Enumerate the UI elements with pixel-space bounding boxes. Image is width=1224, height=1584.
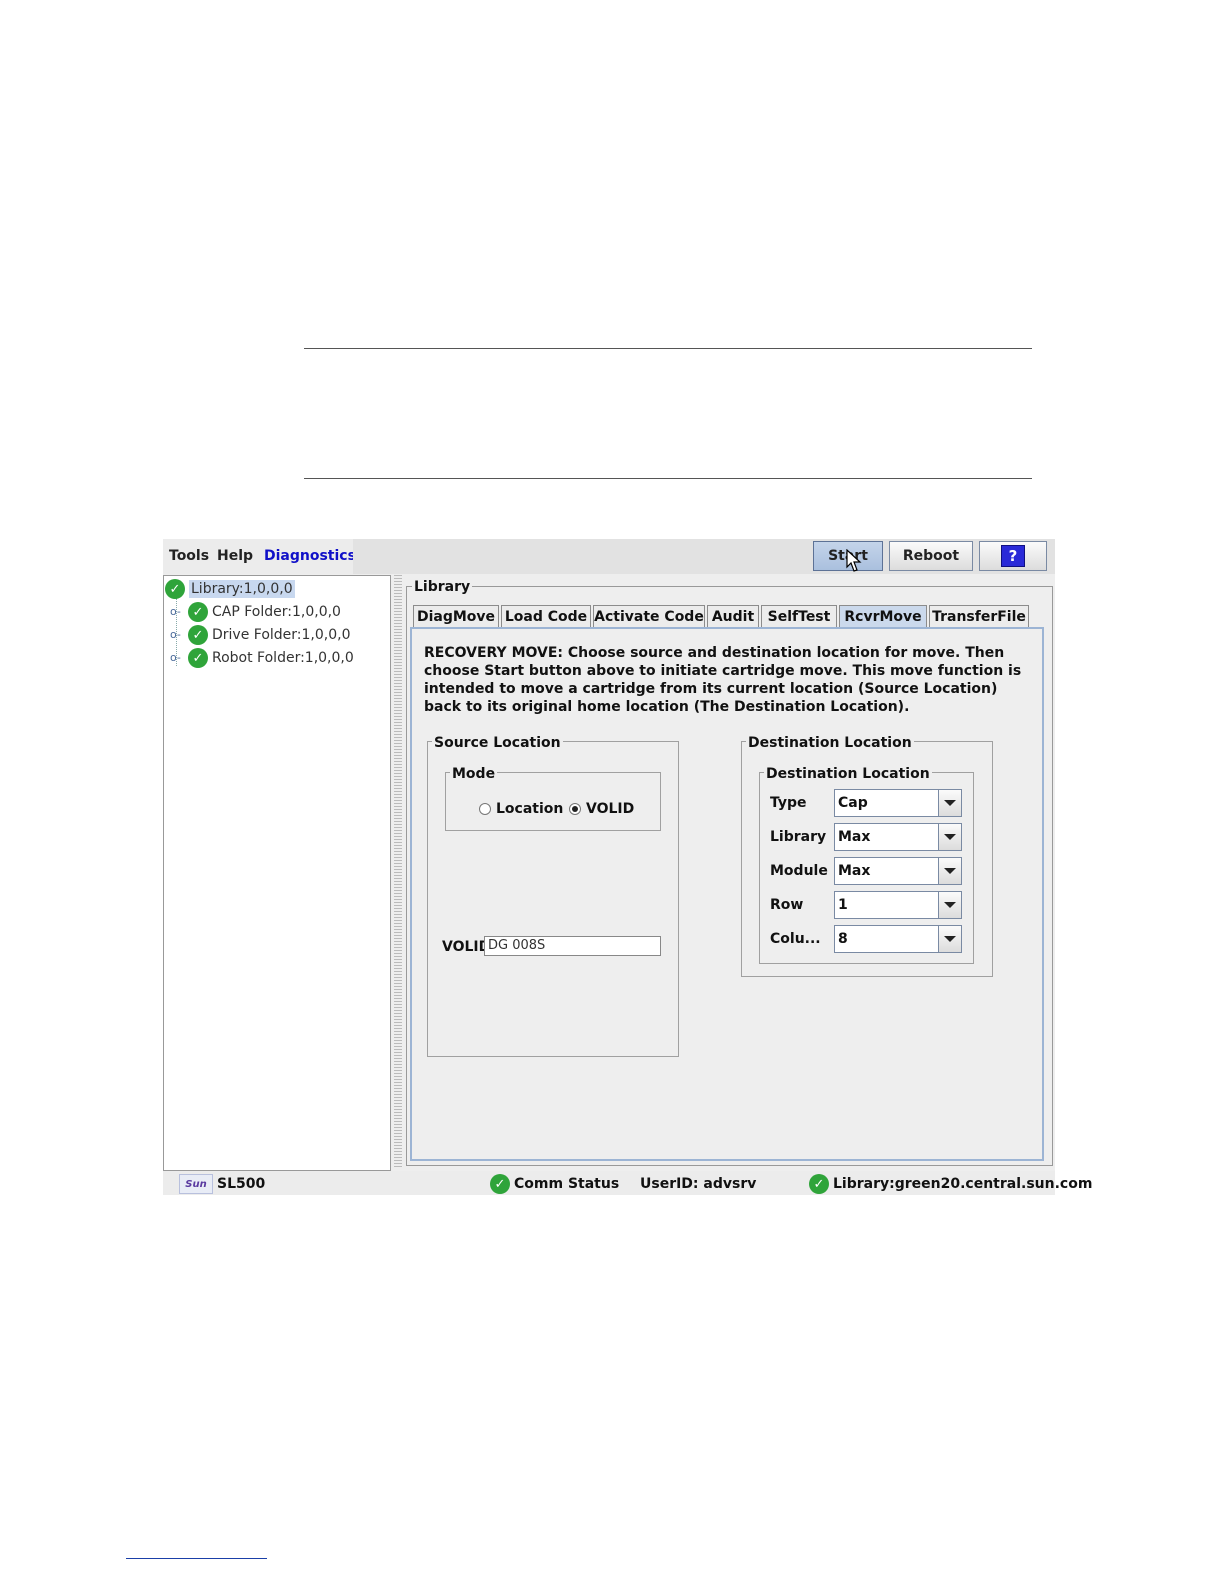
volid-label: VOLID xyxy=(442,939,491,955)
menu-help[interactable]: Help xyxy=(217,548,253,564)
footer-link-rule xyxy=(126,1558,267,1559)
tree-node-label: Library:1,0,0,0 xyxy=(189,580,295,598)
destination-inner-title: Destination Location xyxy=(764,766,932,782)
top-rule xyxy=(304,348,1032,349)
tree-node-label: Drive Folder:1,0,0,0 xyxy=(212,627,351,643)
tab-rcvrmove[interactable]: RcvrMove xyxy=(839,605,927,627)
type-select[interactable]: Cap xyxy=(834,789,962,817)
library-select-value: Max xyxy=(838,829,871,845)
tab-selftest[interactable]: SelfTest xyxy=(761,605,837,627)
tree-node-robot-folder[interactable]: ✓ Robot Folder:1,0,0,0 xyxy=(188,647,354,669)
radio-button-icon xyxy=(479,803,491,815)
volid-input[interactable]: DG 008S xyxy=(484,936,661,956)
check-circle-icon: ✓ xyxy=(490,1174,510,1194)
user-id: UserID: advsrv xyxy=(640,1176,756,1192)
column-select[interactable]: 8 xyxy=(834,925,962,953)
check-circle-icon: ✓ xyxy=(188,602,208,622)
tab-load-code[interactable]: Load Code xyxy=(501,605,591,627)
tree-node-library[interactable]: ✓ Library:1,0,0,0 xyxy=(165,578,295,600)
reboot-button[interactable]: Reboot xyxy=(889,541,973,571)
comm-status: ✓ Comm Status xyxy=(490,1174,619,1194)
library-frame-title: Library xyxy=(412,579,473,595)
radio-volid-label: VOLID xyxy=(586,801,635,817)
tree-node-label: Robot Folder:1,0,0,0 xyxy=(212,650,354,666)
recovery-move-description: RECOVERY MOVE: Choose source and destina… xyxy=(424,645,1022,715)
tree-node-cap-folder[interactable]: ✓ CAP Folder:1,0,0,0 xyxy=(188,601,341,623)
check-circle-icon: ✓ xyxy=(188,625,208,645)
mode-title: Mode xyxy=(450,766,498,782)
help-icon: ? xyxy=(1001,545,1025,567)
column-select-value: 8 xyxy=(838,931,848,947)
check-circle-icon: ✓ xyxy=(188,648,208,668)
product-name: SL500 xyxy=(217,1176,266,1192)
chevron-down-icon[interactable] xyxy=(938,892,961,918)
menu-diagnostics[interactable]: Diagnostics xyxy=(264,548,356,564)
reboot-button-label: Reboot xyxy=(902,548,960,564)
tab-audit[interactable]: Audit xyxy=(707,605,759,627)
split-pane-divider[interactable] xyxy=(394,575,402,1169)
chevron-down-icon[interactable] xyxy=(938,926,961,952)
tree-key-icon[interactable]: o- xyxy=(170,605,181,618)
tree-node-label: CAP Folder:1,0,0,0 xyxy=(212,604,341,620)
bottom-rule xyxy=(304,478,1032,479)
radio-location-label: Location xyxy=(496,801,564,817)
sun-logo-icon: Sun xyxy=(179,1174,213,1194)
chevron-down-icon[interactable] xyxy=(938,824,961,850)
row-label: Row xyxy=(770,897,804,913)
comm-status-label: Comm Status xyxy=(514,1176,620,1192)
user-id-label: UserID: advsrv xyxy=(640,1176,757,1192)
tab-transferfile[interactable]: TransferFile xyxy=(929,605,1029,627)
tree-key-icon[interactable]: o- xyxy=(170,651,181,664)
library-host-label: Library:green20.central.sun.com xyxy=(833,1176,1093,1192)
radio-location[interactable]: Location xyxy=(479,801,563,817)
tab-diagmove[interactable]: DiagMove xyxy=(413,605,499,627)
source-location-title: Source Location xyxy=(432,735,563,751)
module-select-value: Max xyxy=(838,863,871,879)
tree-key-icon[interactable]: o- xyxy=(170,628,181,641)
product-info: Sun SL500 xyxy=(179,1174,265,1194)
mouse-cursor-icon xyxy=(846,549,862,572)
library-tree: ✓ Library:1,0,0,0 o- ✓ CAP Folder:1,0,0,… xyxy=(163,575,391,1171)
tree-node-drive-folder[interactable]: ✓ Drive Folder:1,0,0,0 xyxy=(188,624,351,646)
module-select[interactable]: Max xyxy=(834,857,962,885)
type-select-value: Cap xyxy=(838,795,868,811)
row-select-value: 1 xyxy=(838,897,848,913)
help-button[interactable]: ? xyxy=(979,541,1047,571)
library-label: Library xyxy=(770,829,827,845)
menu-bar: Tools Help Diagnostics xyxy=(163,539,356,574)
sl500-console-window: Tools Help Diagnostics Start Reboot ? ✓ … xyxy=(163,539,1092,1195)
chevron-down-icon[interactable] xyxy=(938,858,961,884)
type-label: Type xyxy=(770,795,807,811)
tab-activate-code[interactable]: Activate Code xyxy=(593,605,705,627)
destination-location-title: Destination Location xyxy=(746,735,914,751)
library-host-status: ✓ Library:green20.central.sun.com xyxy=(809,1174,1092,1194)
module-label: Module xyxy=(770,863,828,879)
radio-button-selected-icon xyxy=(569,803,581,815)
menu-tools[interactable]: Tools xyxy=(169,548,209,564)
column-label: Colu... xyxy=(770,931,821,947)
radio-volid[interactable]: VOLID xyxy=(569,801,634,817)
chevron-down-icon[interactable] xyxy=(938,790,961,816)
check-circle-icon: ✓ xyxy=(165,579,185,599)
check-circle-icon: ✓ xyxy=(809,1174,829,1194)
status-bar: Sun SL500 ✓ Comm Status UserID: advsrv ✓… xyxy=(163,1171,1092,1195)
row-select[interactable]: 1 xyxy=(834,891,962,919)
library-select[interactable]: Max xyxy=(834,823,962,851)
